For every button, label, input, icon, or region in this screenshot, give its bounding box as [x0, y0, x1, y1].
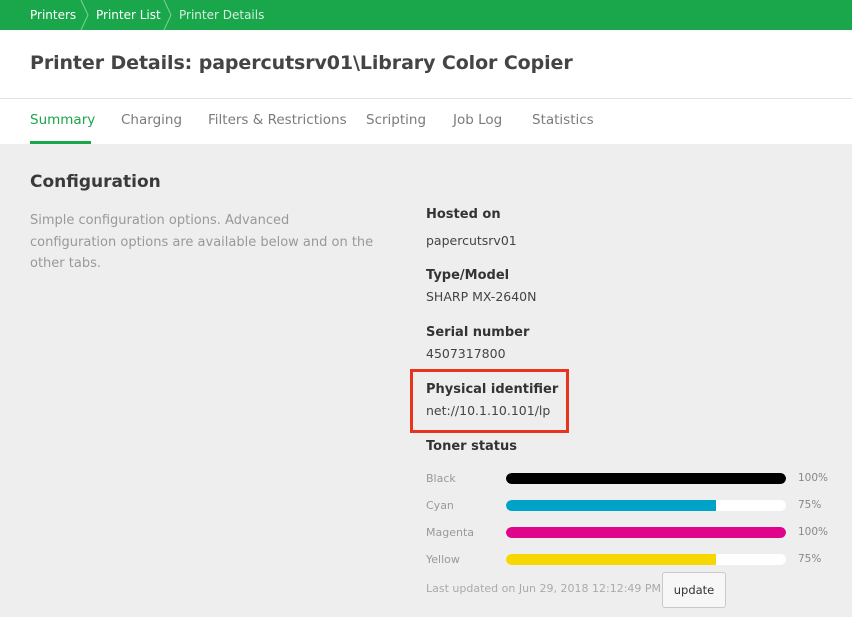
toner-row-cyan: Cyan 75% [426, 498, 836, 514]
toner-status-label: Toner status [426, 439, 518, 454]
tab-summary[interactable]: Summary [30, 112, 95, 128]
tab-statistics[interactable]: Statistics [532, 112, 594, 128]
toner-row-yellow: Yellow 75% [426, 552, 836, 568]
last-updated-text: Last updated on Jun 29, 2018 12:12:49 PM [426, 582, 662, 595]
toner-bar-track [506, 500, 786, 511]
toner-bar-track [506, 554, 786, 565]
toner-bar-fill [506, 527, 786, 538]
tab-filters-restrictions[interactable]: Filters & Restrictions [208, 112, 347, 128]
breadcrumb-chevron-icon [80, 0, 89, 30]
breadcrumb: Printers Printer List Printer Details [0, 0, 852, 30]
toner-bar-track [506, 473, 786, 484]
serial-number-label: Serial number [426, 325, 530, 340]
section-title: Configuration [30, 172, 161, 192]
toner-name: Cyan [426, 499, 454, 512]
physical-identifier-value: net://10.1.10.101/lp [426, 403, 551, 418]
physical-identifier-label: Physical identifier [426, 382, 559, 397]
toner-percent: 100% [798, 526, 829, 538]
type-model-label: Type/Model [426, 268, 510, 283]
active-tab-indicator [30, 141, 91, 144]
hosted-on-label: Hosted on [426, 207, 501, 222]
tab-bar: Summary Charging Filters & Restrictions … [0, 99, 852, 144]
tab-scripting[interactable]: Scripting [366, 112, 426, 128]
toner-percent: 75% [798, 499, 822, 511]
breadcrumb-printers[interactable]: Printers [30, 0, 76, 30]
toner-bar-fill [506, 473, 786, 484]
serial-number-value: 4507317800 [426, 346, 506, 361]
toner-name: Yellow [426, 553, 460, 566]
tab-charging[interactable]: Charging [121, 112, 182, 128]
breadcrumb-chevron-icon [163, 0, 172, 30]
toner-name: Magenta [426, 526, 475, 539]
section-description: Simple configuration options. Advanced c… [30, 213, 374, 271]
toner-name: Black [426, 472, 456, 485]
page-title: Printer Details: papercutsrv01\Library C… [30, 52, 573, 74]
toner-percent: 75% [798, 553, 822, 565]
page-header: Printer Details: papercutsrv01\Library C… [0, 30, 852, 99]
toner-bar-fill [506, 554, 716, 565]
breadcrumb-printer-details: Printer Details [179, 8, 265, 22]
toner-percent: 100% [798, 472, 829, 484]
breadcrumb-printer-list[interactable]: Printer List [96, 0, 161, 30]
physical-identifier-highlight [410, 369, 569, 433]
toner-bar-track [506, 527, 786, 538]
tab-job-log[interactable]: Job Log [453, 112, 502, 128]
hosted-on-value: papercutsrv01 [426, 233, 517, 248]
toner-row-magenta: Magenta 100% [426, 525, 836, 541]
update-button[interactable]: update [662, 572, 726, 608]
toner-bar-fill [506, 500, 716, 511]
type-model-value: SHARP MX-2640N [426, 289, 537, 304]
toner-row-black: Black 100% [426, 471, 836, 487]
